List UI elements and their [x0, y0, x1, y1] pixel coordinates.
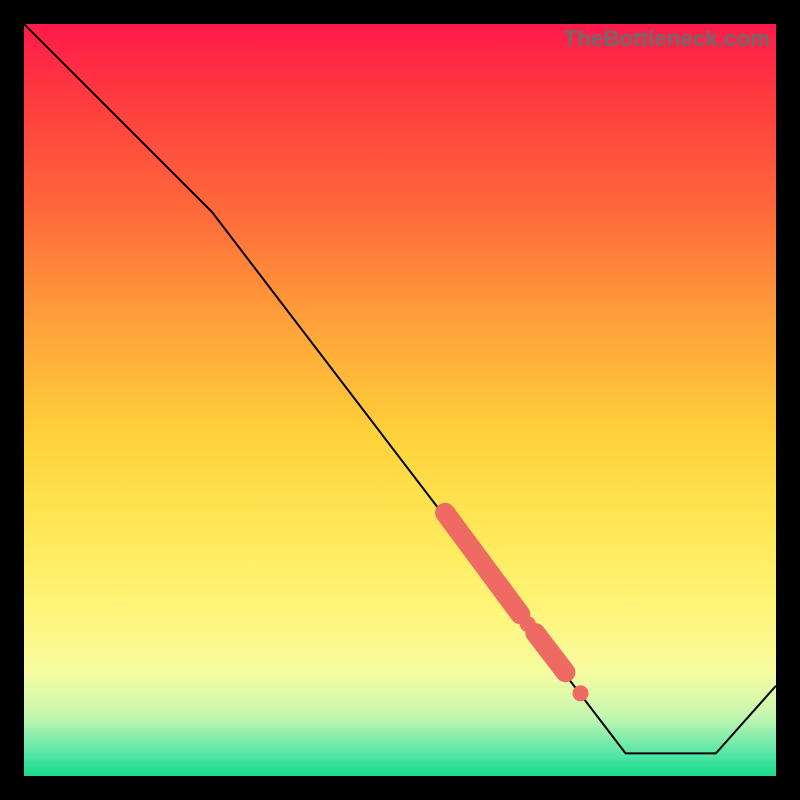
- chart-overlay: [24, 24, 776, 776]
- chart-frame: TheBottleneck.com: [0, 0, 800, 800]
- highlight-dot: [573, 685, 589, 701]
- highlight-dot: [520, 616, 536, 632]
- highlight-segment: [535, 633, 565, 672]
- highlight-clusters: [445, 513, 588, 702]
- highlight-segment: [445, 513, 520, 615]
- plot-area: TheBottleneck.com: [24, 24, 776, 776]
- data-curve: [24, 24, 776, 753]
